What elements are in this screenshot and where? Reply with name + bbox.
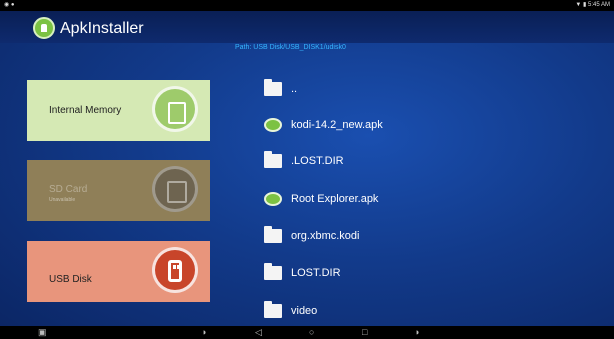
status-right-icons: ▼ ▮ 5:45 AM (575, 2, 610, 8)
file-name: .LOST.DIR (291, 155, 344, 167)
home-icon[interactable]: ○ (309, 327, 314, 337)
file-name: kodi-14.2_new.apk (291, 119, 383, 131)
usb-drive-icon (152, 247, 198, 293)
status-bar: ◉ ● ▼ ▮ 5:45 AM (0, 0, 614, 11)
file-name: LOST.DIR (291, 267, 341, 279)
recents-icon[interactable]: □ (362, 327, 367, 337)
internal-memory-button[interactable]: Internal Memory (27, 80, 210, 141)
app-title: ApkInstaller (60, 20, 144, 37)
back-icon[interactable]: ◁ (255, 327, 262, 338)
storage-list-icon (152, 86, 198, 132)
volume-down-icon[interactable]: ◑ (201, 327, 206, 337)
usb-disk-label: USB Disk (49, 274, 92, 285)
file-name: .. (291, 83, 298, 95)
apk-icon (264, 192, 282, 206)
internal-memory-label: Internal Memory (49, 105, 122, 116)
apk-icon (264, 118, 282, 132)
volume-up-icon[interactable]: ◑ (414, 327, 419, 337)
sd-card-icon (152, 166, 198, 212)
folder-icon (264, 301, 282, 318)
path-label: Path: USB Disk/USB_DISK1/udisk0 (235, 44, 346, 51)
file-name: org.xbmc.kodi (291, 230, 360, 242)
screenshot-icon[interactable]: ▣ (38, 327, 47, 338)
folder-icon (264, 263, 282, 280)
sd-card-button[interactable]: SD Card Unavailable (27, 160, 210, 221)
usb-disk-button[interactable]: USB Disk (27, 241, 210, 302)
folder-up-icon (264, 79, 282, 96)
folder-icon (264, 226, 282, 243)
app-bar: ApkInstaller (0, 11, 614, 43)
file-name: video (291, 305, 318, 317)
status-left-icons: ◉ ● (4, 2, 15, 8)
folder-icon (264, 151, 282, 168)
sd-card-label: SD Card (49, 184, 88, 195)
sd-card-status: Unavailable (49, 197, 76, 203)
file-name: Root Explorer.apk (291, 193, 379, 205)
navigation-bar: ▣ ◑ ◁ ○ □ ◑ (0, 326, 614, 339)
apkinstaller-logo-icon (33, 17, 55, 39)
